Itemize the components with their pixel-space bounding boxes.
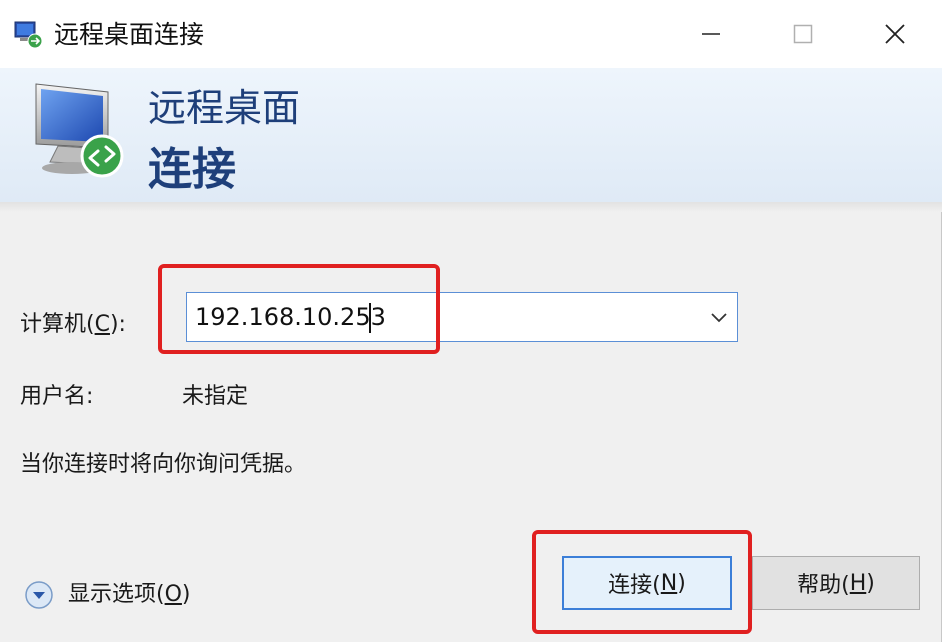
title-bar[interactable]: 远程桌面连接 — [0, 0, 942, 68]
username-label: 用户名: — [20, 384, 94, 409]
help-button[interactable]: 帮助(H) — [752, 556, 920, 610]
credentials-hint: 当你连接时将向你询问凭据。 — [20, 452, 307, 477]
maximize-button[interactable] — [768, 0, 838, 68]
maximize-icon — [793, 24, 813, 44]
remote-desktop-icon — [14, 21, 43, 49]
username-value: 未指定 — [182, 384, 249, 409]
banner-title-line1: 远程桌面 — [148, 86, 301, 130]
monitor-connect-icon — [35, 83, 124, 178]
close-button[interactable] — [860, 0, 930, 68]
show-options-label: 显示选项(O) — [68, 582, 191, 607]
expand-circle-icon — [25, 581, 53, 609]
show-options-toggle[interactable]: 显示选项(O) — [24, 578, 191, 612]
computer-label: 计算机(C): — [20, 312, 126, 337]
highlight-box-computer — [158, 264, 440, 354]
highlight-box-connect — [532, 530, 752, 634]
rdp-dialog: 远程桌面连接 远程桌面 连接 计算机(C): 192.168.10.253 用户… — [0, 0, 942, 642]
header-banner: 远程桌面 连接 — [0, 68, 942, 203]
banner-divider — [0, 202, 942, 212]
minimize-button[interactable] — [676, 0, 746, 68]
close-icon — [885, 24, 905, 44]
banner-title-line2: 连接 — [148, 144, 236, 195]
chevron-down-icon[interactable] — [707, 307, 731, 327]
minimize-icon — [702, 33, 720, 35]
window-title: 远程桌面连接 — [54, 20, 205, 49]
